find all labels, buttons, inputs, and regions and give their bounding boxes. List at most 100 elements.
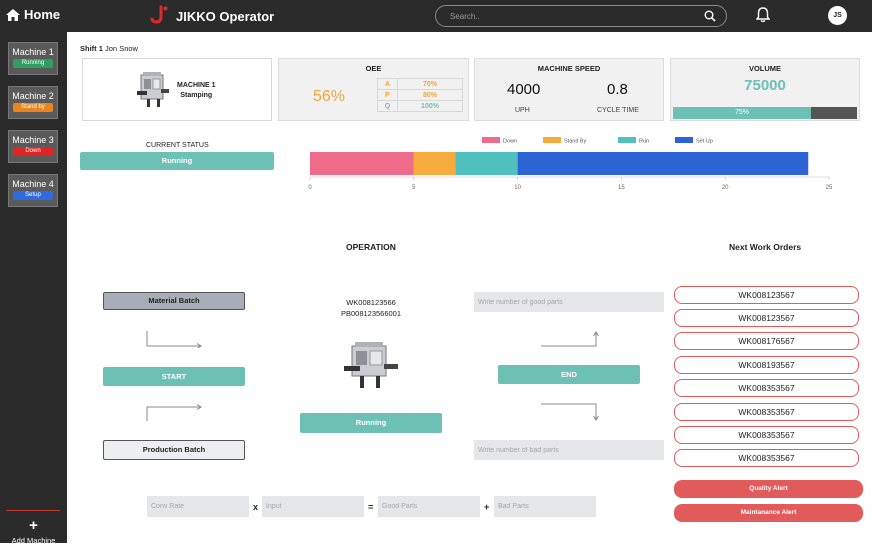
work-order-item[interactable]: WK008123567 [674,286,859,304]
top-bar: Home JIKKO Operator JS [0,0,872,32]
legend-label: Stand By [564,139,587,145]
uph-value: 4000 [507,81,541,98]
avatar[interactable]: JS [828,6,847,25]
x-tick-label: 0 [308,185,312,191]
search-icon[interactable] [704,10,716,22]
machine-name: Machine 4 [12,179,54,189]
equals-sign: = [368,502,374,512]
running-status-button[interactable]: Running [300,413,442,433]
machine-card-title: MACHINE 1 Stamping [177,81,216,101]
quality-alert-button[interactable]: Quality Alert [674,480,863,498]
plus-sign: + [484,502,490,512]
good-parts-result[interactable] [378,496,480,517]
multiply-sign: x [253,502,259,512]
search-input[interactable] [450,9,690,23]
bar-segment-down [310,152,414,175]
start-button[interactable]: START [103,367,245,386]
operator-name: Jon Snow [105,44,138,53]
legend-swatch-down [482,137,500,143]
status-badge: Setup [13,191,53,200]
app-title: JIKKO Operator [176,8,275,24]
oee-key: A [377,78,398,90]
flow-arrow-icon [541,403,599,421]
machine-card-process: Stamping [180,92,213,99]
input-field[interactable] [262,496,364,517]
bad-parts-result[interactable] [494,496,596,517]
legend-swatch-run [618,137,636,143]
legend-label: Run [639,139,649,145]
material-batch-button[interactable]: Material Batch [103,292,245,310]
volume-panel: VOLUME 75000 75% [670,58,860,121]
home-link[interactable]: Home [6,7,60,22]
flow-arrow-icon [541,331,599,347]
bad-parts-input[interactable] [474,440,664,460]
x-tick-label: 25 [826,185,833,191]
sidebar-item-machine-3[interactable]: Machine 3 Down [8,130,58,163]
bell-icon[interactable] [756,7,770,23]
status-badge: Down [13,147,53,156]
production-batch-button[interactable]: Production Batch [103,440,245,460]
work-order-item[interactable]: WK008353567 [674,426,859,444]
legend-label: Set Up [696,139,713,145]
sidebar-item-machine-2[interactable]: Machine 2 Stand by [8,86,58,119]
machine-speed-title: MACHINE SPEED [537,64,601,73]
flow-arrow-icon [146,404,202,421]
work-order-item[interactable]: WK008353567 [674,449,859,467]
oee-row-q: Q 100% [377,100,463,112]
volume-progress-fill: 75% [673,107,811,119]
work-order-item[interactable]: WK008193567 [674,356,859,374]
oee-key: P [377,89,398,101]
cycle-time-label: CYCLE TIME [597,107,639,114]
x-tick-label: 10 [514,185,521,191]
machine-image [137,72,169,107]
add-machine-button[interactable]: + Add Machine [0,517,67,545]
status-timeline-chart: Down Stand By Run Set Up 0 5 10 15 20 25 [308,137,833,191]
work-order-item[interactable]: WK008353567 [674,379,859,397]
sidebar-item-machine-4[interactable]: Machine 4 Setup [8,174,58,207]
oee-row-a: A 70% [377,78,463,90]
status-badge: Running [13,59,53,68]
legend-label: Down [503,139,517,145]
oee-row-value: 80% [397,89,463,101]
work-order-item[interactable]: WK008123567 [674,309,859,327]
end-button[interactable]: END [498,365,640,384]
current-status-label: CURRENT STATUS [146,142,209,149]
current-work-order: WK008123566 [346,298,396,307]
add-machine-label: Add Machine [11,536,56,545]
home-label: Home [24,7,61,22]
volume-progress-bar: 75% [673,107,857,119]
bar-segment-stand-by [413,152,456,175]
uph-label: UPH [515,107,530,114]
work-order-item[interactable]: WK008353567 [674,403,859,421]
machine-name: Machine 1 [12,47,54,57]
sidebar-divider [6,510,60,511]
machine-card-name: MACHINE 1 [177,82,216,89]
sidebar: Machine 1 Running Machine 2 Stand by Mac… [0,32,67,545]
plus-icon: + [29,517,38,534]
oee-key: Q [377,100,398,112]
machine-card: MACHINE 1 Stamping [82,58,272,121]
conv-rate-input[interactable] [147,496,249,517]
operation-title: OPERATION [346,242,396,252]
x-tick-label: 5 [412,185,416,191]
sidebar-item-machine-1[interactable]: Machine 1 Running [8,42,58,75]
machine-name: Machine 2 [12,91,54,101]
current-batch-code: PB008123566001 [340,309,402,318]
maintenance-alert-button[interactable]: Maintanance Alert [674,504,863,522]
work-order-item[interactable]: WK008176567 [674,332,859,350]
home-icon [6,8,20,21]
good-parts-input[interactable] [474,292,664,312]
bar-segment-set-up [517,152,809,175]
cycle-time-value: 0.8 [607,81,628,98]
search-bar[interactable] [435,5,727,27]
jikko-logo-icon [150,5,170,27]
oee-value: 56% [313,88,346,105]
next-work-orders-title: Next Work Orders [729,242,802,252]
app-logo: JIKKO Operator [150,5,274,27]
oee-row-value: 70% [397,78,463,90]
machine-speed-panel: MACHINE SPEED 4000 UPH 0.8 CYCLE TIME [474,58,664,121]
shift-info: Shift 1 Jon Snow [80,44,138,53]
status-badge: Stand by [13,103,53,112]
oee-row-value: 100% [397,100,463,112]
oee-row-p: P 80% [377,89,463,101]
